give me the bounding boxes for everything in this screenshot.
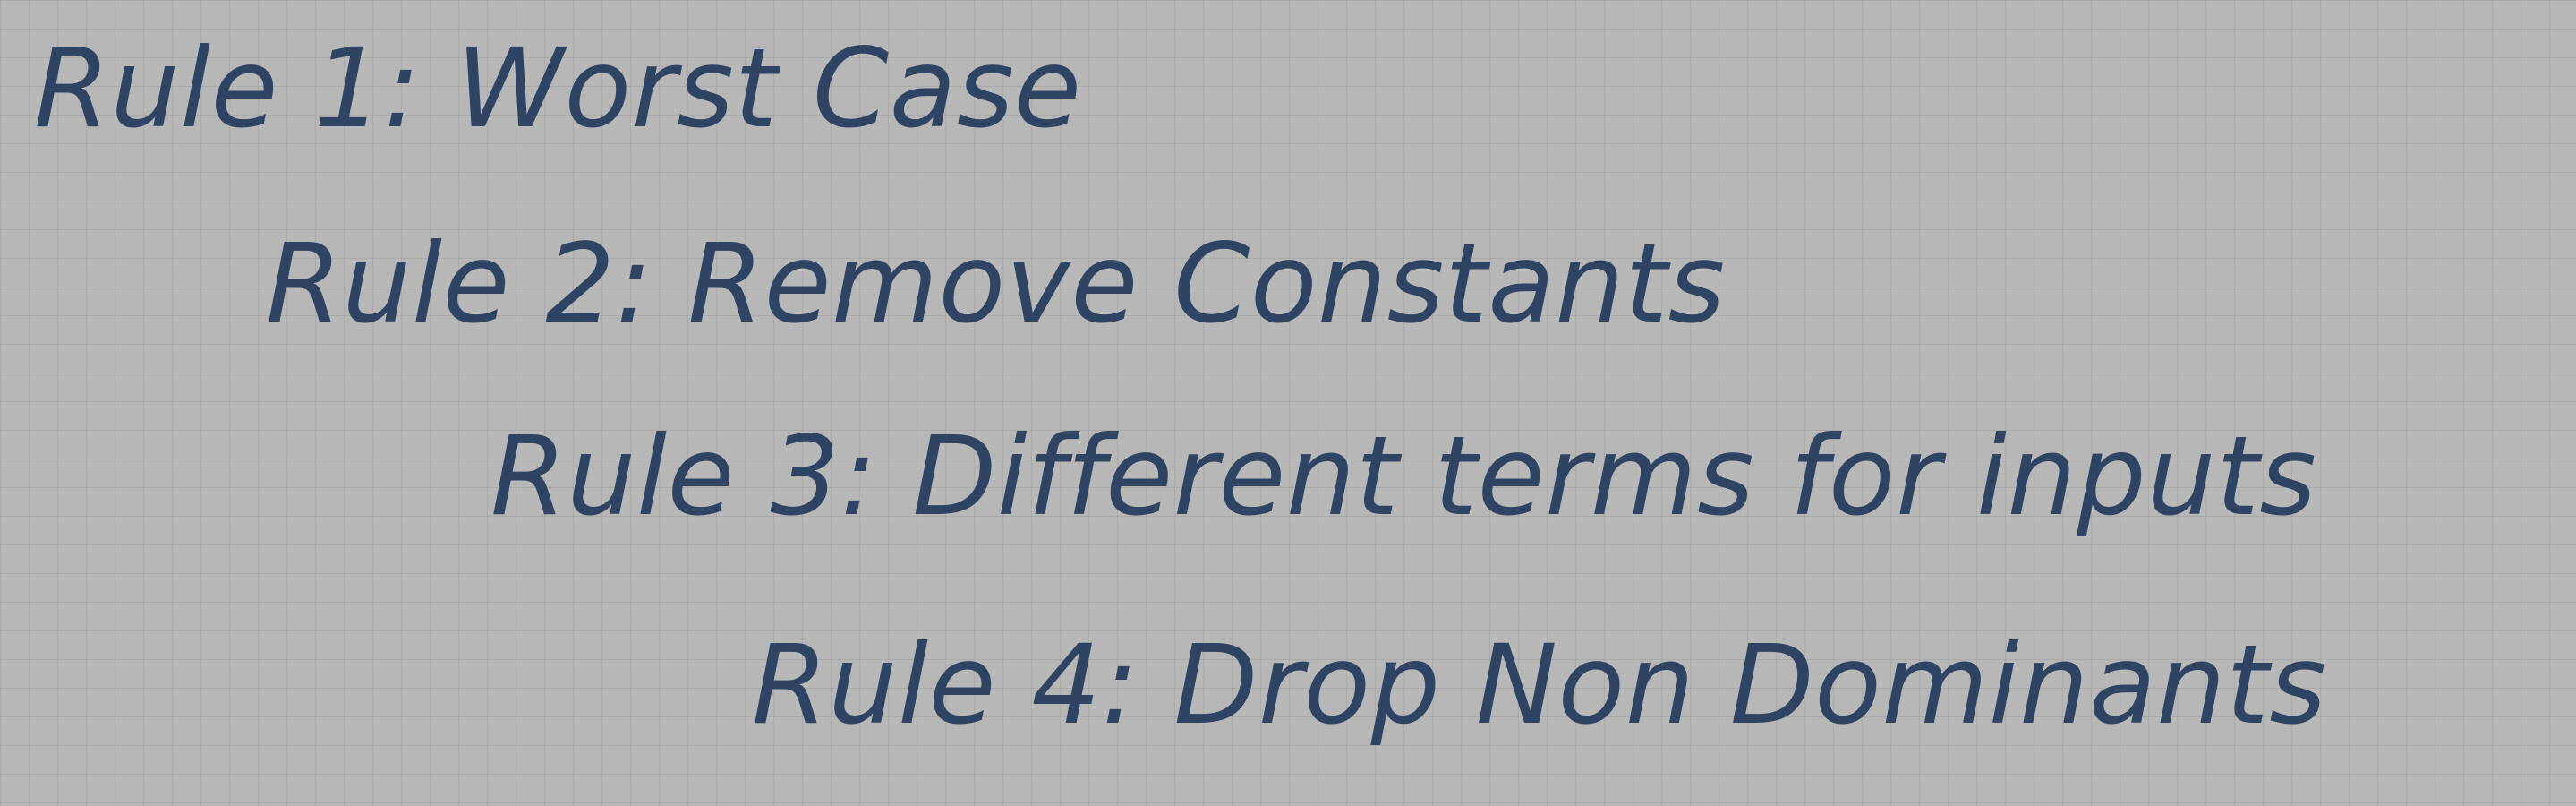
rule-3-text: Rule 3: Different terms for inputs [490, 413, 2317, 540]
slide: Rule 1: Worst Case Rule 2: Remove Consta… [0, 0, 2576, 806]
rule-2-text: Rule 2: Remove Constants [266, 220, 1726, 347]
rule-1-text: Rule 1: Worst Case [34, 25, 1082, 152]
rule-4-text: Rule 4: Drop Non Dominants [752, 622, 2327, 749]
